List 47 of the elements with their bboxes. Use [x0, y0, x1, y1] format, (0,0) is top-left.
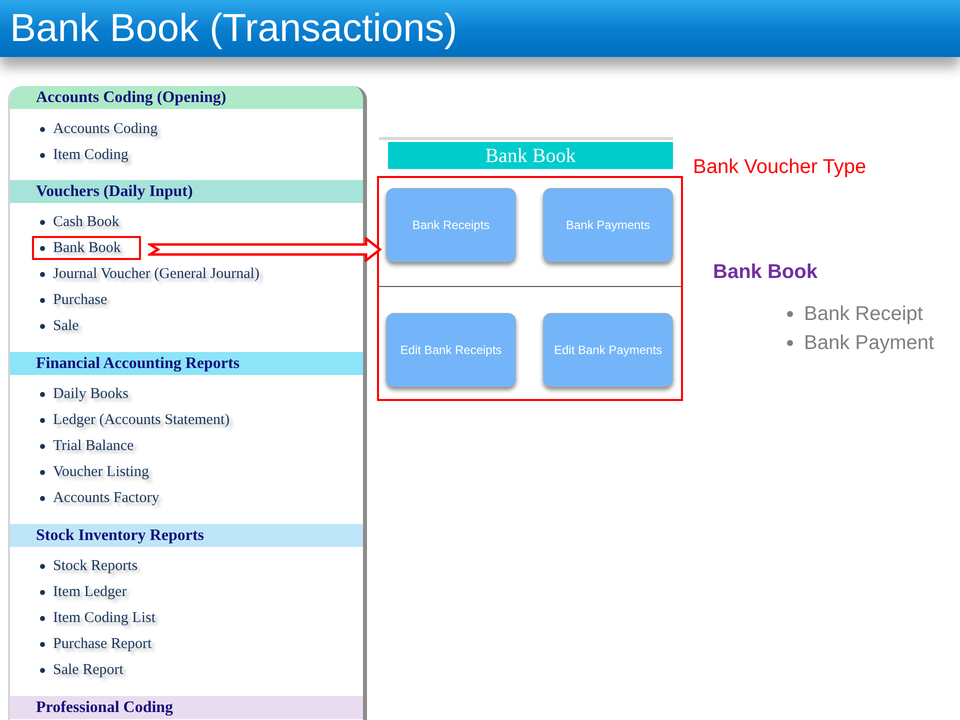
- sidebar-link[interactable]: Purchase: [32, 288, 128, 312]
- bullet-icon: [40, 126, 45, 132]
- slide-title: Bank Book (Transactions): [10, 9, 458, 48]
- sidebar-link[interactable]: Journal Voucher (General Journal): [32, 262, 280, 286]
- bullet-icon: [40, 470, 45, 474]
- sidebar-link[interactable]: Ledger (Accounts Statement): [32, 408, 250, 432]
- bullet-icon: [40, 590, 45, 594]
- panel-heading: Bank Book: [388, 142, 673, 169]
- bullet-icon: [787, 310, 793, 316]
- sidebar-link[interactable]: Purchase Report: [32, 632, 172, 656]
- section-heading: Vouchers (Daily Input): [10, 180, 363, 203]
- bullet-icon: [40, 392, 45, 396]
- sidebar-link[interactable]: Accounts Factory: [32, 486, 180, 510]
- sidebar-link[interactable]: Item Coding: [32, 143, 148, 167]
- sidebar-link[interactable]: Item Coding List: [32, 606, 176, 630]
- bullet-icon: [40, 444, 45, 448]
- sidebar-link[interactable]: Sale: [32, 314, 99, 338]
- bullet-icon: [40, 324, 45, 328]
- sidebar-link[interactable]: Daily Books: [32, 382, 148, 406]
- notes-heading: Bank Book: [713, 260, 818, 284]
- bullet-icon: [40, 272, 45, 276]
- bullet-icon: [40, 496, 45, 500]
- note-item: Bank Payment: [804, 330, 934, 356]
- section-heading: Accounts Coding (Opening): [10, 86, 363, 109]
- sidebar-link[interactable]: Voucher Listing: [32, 460, 169, 484]
- bullet-icon: [40, 246, 45, 250]
- sidebar-link[interactable]: Accounts Coding: [32, 117, 178, 141]
- bullet-icon: [40, 564, 45, 568]
- sidebar-link[interactable]: Cash Book: [32, 210, 140, 234]
- note-item: Bank Receipt: [804, 302, 923, 326]
- bullet-icon: [40, 642, 45, 646]
- section-heading: Financial Accounting Reports: [10, 352, 363, 375]
- bullet-icon: [40, 668, 45, 672]
- sidebar-link[interactable]: Stock Reports: [32, 554, 158, 578]
- bullet-icon: [40, 418, 45, 422]
- bullet-icon: [40, 220, 45, 224]
- bullet-icon: [787, 340, 793, 346]
- section-heading: Professional Coding: [10, 696, 363, 719]
- sidebar-link[interactable]: Item Ledger: [32, 580, 147, 604]
- callout-label: Bank Voucher Type: [693, 155, 866, 179]
- sidebar-link[interactable]: Bank Book: [32, 236, 141, 260]
- bullet-icon: [40, 616, 45, 620]
- bullet-icon: [40, 152, 45, 158]
- section-heading: Stock Inventory Reports: [10, 524, 363, 547]
- bullet-icon: [40, 298, 45, 302]
- sidebar-link[interactable]: Trial Balance: [32, 434, 154, 458]
- sidebar-link[interactable]: Sale Report: [32, 658, 144, 682]
